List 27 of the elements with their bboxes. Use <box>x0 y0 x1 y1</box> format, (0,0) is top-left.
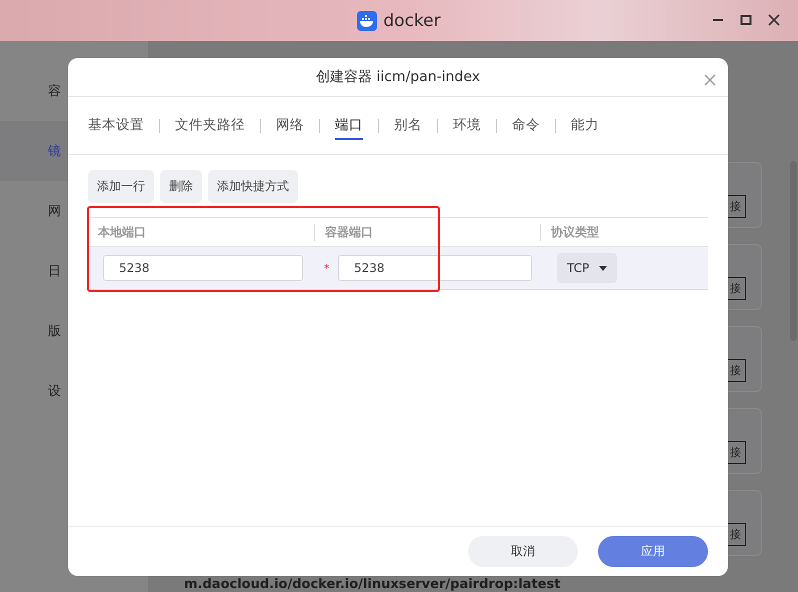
maximize-icon[interactable] <box>740 14 752 26</box>
close-icon[interactable] <box>768 14 780 26</box>
input-field[interactable]: 5238 <box>103 255 303 281</box>
image-path: m.daocloud.io/docker.io/linuxserver/pairdrop:latest <box>184 577 560 592</box>
toolbar-button[interactable]: 添加一行 <box>88 170 154 203</box>
required-mark: * <box>324 262 330 274</box>
tab[interactable]: 文件夹路径 <box>175 112 245 140</box>
toolbar-button[interactable]: 添加快捷方式 <box>208 170 298 203</box>
column-header: 本地端口 <box>96 224 147 240</box>
apply-button[interactable]: 应用 <box>598 536 708 567</box>
column-header: 容器端口 <box>314 224 540 240</box>
whale-icon <box>357 10 378 30</box>
tab[interactable]: 命令 <box>512 112 540 140</box>
tab[interactable]: 基本设置 <box>88 112 144 140</box>
tab[interactable]: 环境 <box>453 112 481 140</box>
tab[interactable]: 别名 <box>394 112 422 140</box>
dialog-title: 创建容器 iicm/pan-index <box>316 68 480 86</box>
tab[interactable]: 能力 <box>571 112 599 140</box>
input-field[interactable]: 5238 <box>338 255 532 281</box>
column-header: 协议类型 <box>540 224 708 240</box>
cancel-button[interactable]: 取消 <box>468 536 578 567</box>
tab[interactable]: 端口 <box>335 112 363 140</box>
caret-icon <box>599 266 608 270</box>
toolbar-button[interactable]: 删除 <box>160 170 202 203</box>
protocol-dropdown[interactable]: TCP <box>557 253 618 283</box>
window-title: docker <box>383 10 441 30</box>
tab[interactable]: 网络 <box>276 112 304 140</box>
